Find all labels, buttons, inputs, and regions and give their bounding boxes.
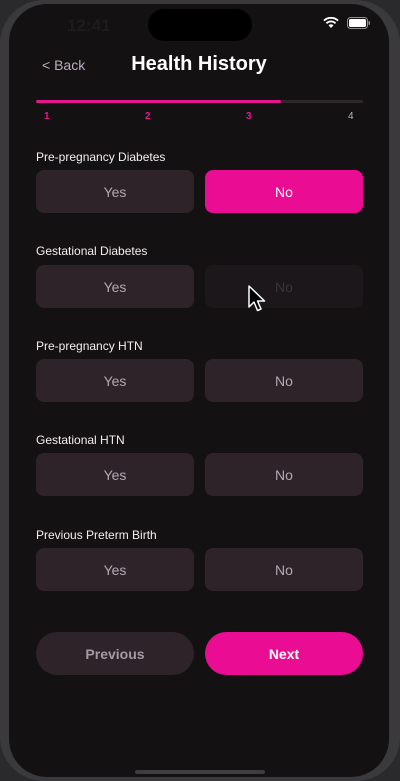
question-label-gestational-diabetes: Gestational Diabetes bbox=[36, 244, 148, 258]
status-icons bbox=[323, 16, 371, 34]
gestational-htn-yes-button[interactable]: Yes bbox=[36, 453, 194, 496]
gestational-htn-no-button[interactable]: No bbox=[205, 453, 363, 496]
prepregnancy-htn-yes-button[interactable]: Yes bbox=[36, 359, 194, 402]
status-time: 12:41 bbox=[67, 16, 111, 35]
question-label-prepregnancy-diabetes: Pre-pregnancy Diabetes bbox=[36, 150, 166, 164]
dynamic-island bbox=[148, 9, 252, 41]
previous-preterm-birth-yes-button[interactable]: Yes bbox=[36, 548, 194, 591]
question-label-previous-preterm-birth: Previous Preterm Birth bbox=[36, 528, 157, 542]
battery-icon bbox=[347, 16, 371, 34]
step-1: 1 bbox=[44, 111, 50, 122]
previous-preterm-birth-no-button[interactable]: No bbox=[205, 548, 363, 591]
step-4: 4 bbox=[348, 111, 354, 122]
gestational-diabetes-yes-button[interactable]: Yes bbox=[36, 265, 194, 308]
previous-button[interactable]: Previous bbox=[36, 632, 194, 675]
prepregnancy-htn-no-button[interactable]: No bbox=[205, 359, 363, 402]
step-2: 2 bbox=[145, 111, 151, 122]
gestational-diabetes-no-button[interactable]: No bbox=[205, 265, 363, 308]
prepregnancy-diabetes-yes-button[interactable]: Yes bbox=[36, 170, 194, 213]
question-label-gestational-htn: Gestational HTN bbox=[36, 433, 125, 447]
app-screen: 12:41 < Back Health History 1 2 3 4 Pre-… bbox=[9, 4, 389, 777]
home-indicator[interactable] bbox=[135, 770, 265, 774]
progress-bar bbox=[36, 100, 363, 103]
page-title: Health History bbox=[131, 53, 267, 75]
wifi-icon bbox=[323, 16, 339, 34]
prepregnancy-diabetes-no-button[interactable]: No bbox=[205, 170, 363, 213]
progress-fill bbox=[36, 100, 282, 103]
step-3: 3 bbox=[246, 111, 252, 122]
next-button[interactable]: Next bbox=[205, 632, 363, 675]
question-label-prepregnancy-htn: Pre-pregnancy HTN bbox=[36, 339, 143, 353]
